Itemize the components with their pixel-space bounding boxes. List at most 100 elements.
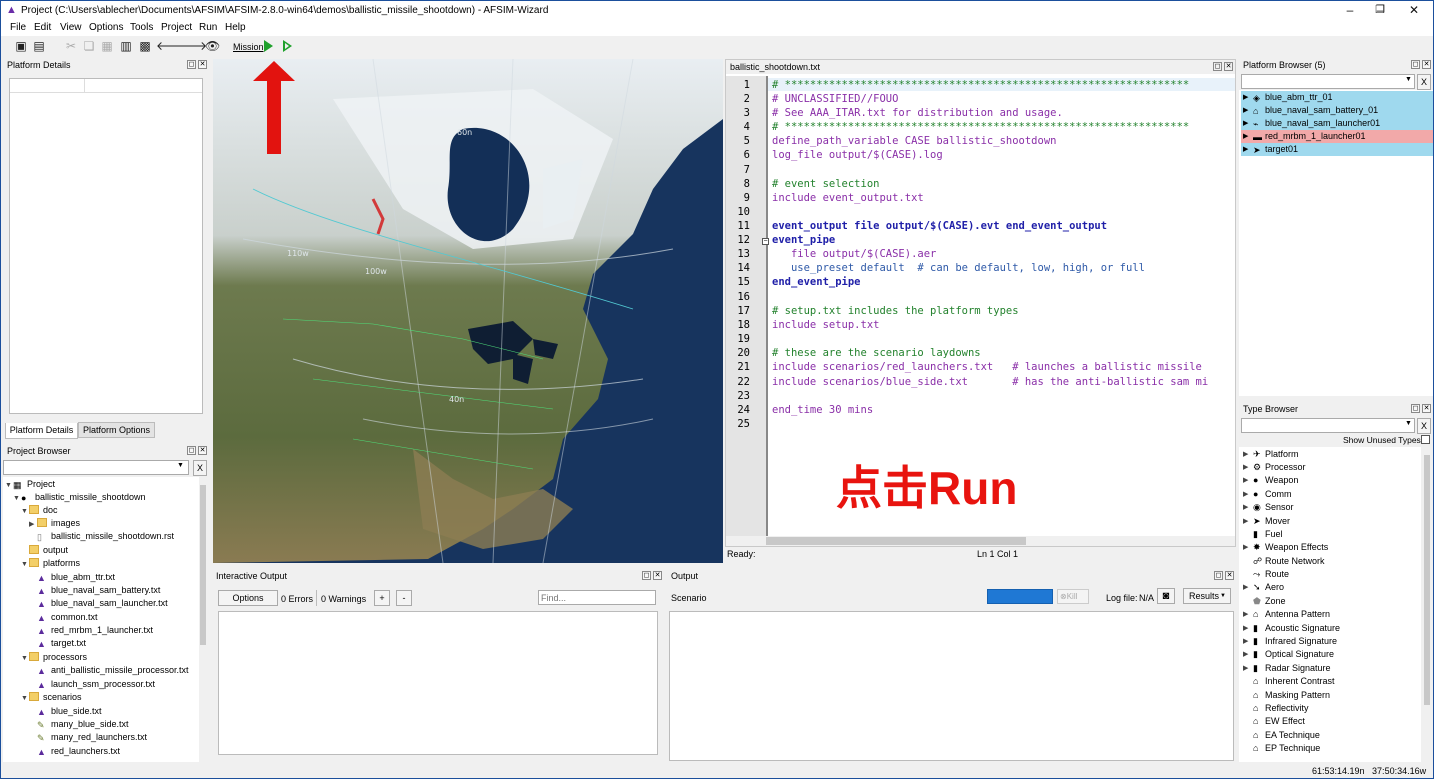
scrollbar-thumb[interactable] — [766, 537, 1026, 545]
menu-edit[interactable]: Edit — [34, 22, 51, 33]
type-item[interactable]: ⌂ EW Effect — [1243, 715, 1305, 728]
minimize-icon[interactable]: – — [1335, 1, 1365, 21]
open-log-button[interactable]: ◙ — [1157, 588, 1175, 604]
tab-platform-options[interactable]: Platform Options — [78, 422, 155, 438]
chevron-right-icon[interactable]: ▶ — [1243, 635, 1248, 648]
scrollbar-thumb[interactable] — [200, 485, 206, 645]
type-item[interactable]: ☍ Route Network — [1243, 555, 1325, 568]
platform-item[interactable]: ▶ ⌁ blue_naval_sam_launcher01 — [1241, 117, 1433, 130]
tree-item[interactable]: ▲ anti_ballistic_missile_processor.txt — [37, 664, 189, 677]
chevron-down-icon[interactable]: ▼ — [21, 505, 29, 518]
type-item[interactable]: ⌂ EA Technique — [1243, 729, 1320, 742]
close-icon[interactable]: ✕ — [198, 446, 207, 455]
tree-item[interactable]: ▶ images — [29, 517, 80, 530]
type-item[interactable]: ▮ Fuel — [1243, 528, 1283, 541]
tree-item[interactable]: ▲ blue_naval_sam_battery.txt — [37, 584, 160, 597]
chevron-right-icon[interactable]: ▶ — [1243, 448, 1248, 461]
chevron-right-icon[interactable]: ▶ — [1243, 104, 1248, 117]
tree-item[interactable]: ▲ red_mrbm_1_launcher.txt — [37, 624, 153, 637]
tree-item[interactable]: ▲ blue_side.txt — [37, 705, 102, 718]
float-icon[interactable]: ◻ — [1411, 404, 1420, 413]
eye-icon[interactable]: 👁 — [205, 39, 220, 53]
cut-icon[interactable]: ✂ — [64, 39, 78, 53]
chevron-right-icon[interactable]: ▶ — [1243, 581, 1248, 594]
close-icon[interactable]: ✕ — [1399, 1, 1429, 21]
clear-filter-button[interactable]: X — [1417, 74, 1431, 90]
scrollbar-thumb[interactable] — [1424, 455, 1430, 705]
platform-item[interactable]: ▶ ➤ target01 — [1241, 143, 1433, 156]
mission-label[interactable]: Mission — [233, 42, 264, 52]
float-icon[interactable]: ◻ — [1411, 60, 1420, 69]
type-item[interactable]: ▶ ◉ Sensor — [1243, 501, 1294, 514]
menu-options[interactable]: Options — [89, 22, 123, 33]
type-item[interactable]: ▶ ▮ Radar Signature — [1243, 662, 1331, 675]
tree-item[interactable]: output — [29, 544, 68, 557]
chevron-down-icon[interactable]: ▼ — [1405, 420, 1412, 427]
fold-toggle-icon[interactable]: − — [762, 238, 769, 245]
menu-view[interactable]: View — [60, 22, 82, 33]
type-item[interactable]: ⤳ Route — [1243, 568, 1289, 581]
menu-run[interactable]: Run — [199, 22, 217, 33]
close-icon[interactable]: ✕ — [1225, 571, 1234, 580]
code-editor[interactable]: ballistic_shootdown.txt ◻ ✕ − 1 2 3 4 5 … — [725, 59, 1236, 547]
type-item[interactable]: ⌂ Reflectivity — [1243, 702, 1309, 715]
menu-help[interactable]: Help — [225, 22, 246, 33]
float-icon[interactable]: ◻ — [187, 60, 196, 69]
clear-filter-button[interactable]: X — [1417, 418, 1431, 434]
restore-icon[interactable]: ❐ — [1365, 1, 1395, 21]
type-item[interactable]: ▶ ▮ Optical Signature — [1243, 648, 1334, 661]
chevron-right-icon[interactable]: ▶ — [29, 518, 37, 531]
type-filter-input[interactable] — [1241, 418, 1415, 433]
close-icon[interactable]: ✕ — [1422, 404, 1431, 413]
close-icon[interactable]: ✕ — [198, 60, 207, 69]
run-play-icon[interactable] — [264, 40, 273, 52]
close-icon[interactable]: ✕ — [1422, 60, 1431, 69]
chevron-right-icon[interactable]: ▶ — [1243, 143, 1248, 156]
platform-item[interactable]: ▶ ◈ blue_abm_ttr_01 — [1241, 91, 1433, 104]
document-icon[interactable]: ▥ — [119, 39, 133, 53]
chevron-down-icon[interactable]: ▼ — [21, 692, 29, 705]
type-item[interactable]: ▶ ✈ Platform — [1243, 448, 1299, 461]
type-item[interactable]: ▶ ▮ Infrared Signature — [1243, 635, 1337, 648]
tree-item[interactable]: ▲ blue_abm_ttr.txt — [37, 571, 115, 584]
show-unused-checkbox[interactable] — [1421, 435, 1430, 444]
tree-item[interactable]: ▼● ballistic_missile_shootdown — [13, 491, 146, 504]
close-icon[interactable]: ✕ — [1224, 62, 1233, 71]
chevron-down-icon[interactable]: ▼ — [5, 479, 13, 492]
float-icon[interactable]: ◻ — [642, 571, 651, 580]
tree-item[interactable]: ▯ ballistic_missile_shootdown.rst — [37, 530, 174, 543]
type-item[interactable]: ▶ ✸ Weapon Effects — [1243, 541, 1328, 554]
options-button[interactable]: Options — [218, 590, 278, 606]
tab-platform-details[interactable]: Platform Details — [5, 423, 78, 439]
type-item[interactable]: ▶ ● Weapon — [1243, 474, 1298, 487]
float-icon[interactable]: ◻ — [1213, 62, 1222, 71]
type-item[interactable]: ▶ ● Comm — [1243, 488, 1292, 501]
chevron-right-icon[interactable]: ▶ — [1243, 501, 1248, 514]
chevron-right-icon[interactable]: ▶ — [1243, 488, 1248, 501]
chevron-down-icon[interactable]: ▼ — [21, 652, 29, 665]
type-item[interactable]: ▶ ⚙ Processor — [1243, 461, 1306, 474]
horizontal-scrollbar[interactable] — [726, 536, 1235, 546]
chevron-right-icon[interactable]: ▶ — [1243, 662, 1248, 675]
chevron-right-icon[interactable]: ▶ — [1243, 515, 1248, 528]
output-area[interactable] — [669, 611, 1234, 761]
forward-arrow-icon[interactable]: 🡒 — [175, 39, 207, 53]
tree-item[interactable]: ▲ target.txt — [37, 637, 86, 650]
menu-tools[interactable]: Tools — [130, 22, 153, 33]
find-input[interactable] — [538, 590, 656, 605]
chevron-down-icon[interactable]: ▼ — [21, 558, 29, 571]
results-button[interactable]: Results ▼ — [1183, 588, 1231, 604]
paste-icon[interactable]: ▦ — [100, 39, 114, 53]
platform-item[interactable]: ▶ ⌂ blue_naval_sam_battery_01 — [1241, 104, 1433, 117]
chevron-down-icon[interactable]: ▼ — [13, 492, 21, 505]
tree-item[interactable]: ▲ launch_ssm_processor.txt — [37, 678, 155, 691]
expand-button[interactable]: + — [374, 590, 390, 606]
type-item[interactable]: ▶ ▮ Acoustic Signature — [1243, 622, 1340, 635]
grid-icon[interactable]: ▩ — [138, 39, 152, 53]
tree-item[interactable]: ✎ many_red_launchers.txt — [37, 731, 147, 744]
chevron-right-icon[interactable]: ▶ — [1243, 130, 1248, 143]
platform-item[interactable]: ▶ ▬ red_mrbm_1_launcher01 — [1241, 130, 1433, 143]
chevron-down-icon[interactable]: ▼ — [177, 462, 184, 469]
clear-filter-button[interactable]: X — [193, 460, 207, 476]
float-icon[interactable]: ◻ — [1214, 571, 1223, 580]
